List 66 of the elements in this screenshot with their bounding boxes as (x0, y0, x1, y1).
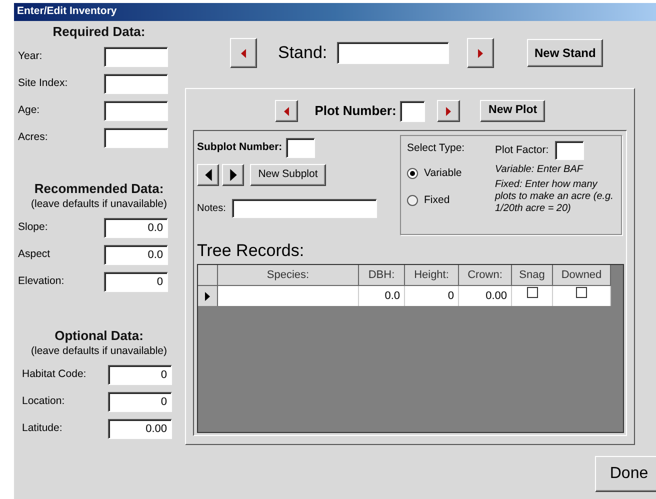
previous-plot-button[interactable] (274, 100, 298, 122)
left-triangle-icon (284, 106, 289, 116)
new-stand-button[interactable]: New Stand (527, 39, 604, 67)
section-note: (leave defaults if unavailable) (30, 197, 168, 211)
input-field[interactable] (232, 199, 377, 218)
field-label: Site Index: (18, 76, 69, 92)
table-cell[interactable]: 0.00 (459, 286, 512, 306)
input-field[interactable] (104, 101, 168, 121)
radio-button[interactable] (407, 168, 418, 180)
previous-subplot-button[interactable] (197, 164, 219, 186)
select-type-label: Select Type: (407, 141, 466, 156)
right-triangle-icon (478, 48, 484, 58)
input-field[interactable] (554, 141, 584, 160)
row-pointer-icon (205, 292, 210, 300)
checkbox[interactable] (526, 287, 538, 298)
tree-records-title: Tree Records: (197, 241, 306, 261)
input-field[interactable] (104, 74, 168, 94)
input-field[interactable]: 0.00 (108, 419, 172, 439)
field-label: Habitat Code: (21, 367, 88, 382)
field-label: Elevation: (18, 274, 66, 290)
next-stand-button[interactable] (467, 38, 494, 68)
next-plot-button[interactable] (437, 100, 460, 122)
input-field[interactable]: 0 (108, 392, 172, 412)
input-field[interactable]: 0 (108, 365, 172, 385)
subplot-number-label: Subplot Number: (197, 140, 282, 156)
input-field[interactable] (104, 128, 168, 148)
field-label: Location: (21, 394, 66, 410)
variable-hint: Variable: Enter BAF (495, 164, 584, 176)
section-heading: Required Data: (52, 24, 146, 40)
plot-number-label: Plot Number: (314, 102, 396, 120)
section-heading: Recommended Data: (33, 181, 165, 197)
stand-label: Stand: (278, 42, 328, 64)
section-heading: Optional Data: (54, 328, 144, 344)
radio-label: Variable (424, 166, 462, 181)
field-label: Latitude: (21, 421, 64, 436)
field-label: Year: (18, 49, 44, 64)
checkbox[interactable] (576, 287, 587, 298)
input-field[interactable] (286, 138, 316, 158)
input-field[interactable] (337, 42, 450, 64)
new-plot-button[interactable]: New Plot (480, 100, 546, 122)
section-note: (leave defaults if unavailable) (30, 344, 168, 358)
next-subplot-button[interactable] (222, 164, 244, 186)
previous-stand-button[interactable] (230, 38, 257, 68)
left-triangle-icon (204, 169, 212, 181)
new-subplot-button[interactable]: New Subplot (250, 164, 326, 186)
input-field[interactable] (400, 100, 426, 122)
notes-label: Notes: (197, 202, 226, 216)
input-field[interactable]: 0.0 (104, 245, 168, 265)
radio-button[interactable] (407, 194, 418, 206)
field-label: Aspect (18, 247, 52, 262)
field-label: Slope: (18, 220, 49, 236)
done-button[interactable]: Done (595, 456, 656, 492)
input-field[interactable] (104, 47, 168, 67)
plot-factor-label: Plot Factor: (495, 142, 549, 158)
window-title: Enter/Edit Inventory (17, 4, 117, 20)
table-cell[interactable]: 0.0 (359, 286, 405, 306)
radio-label: Fixed (424, 192, 450, 208)
table-cell[interactable]: 0 (405, 286, 459, 306)
fixed-hint: Fixed: Enter how many plots to make an acre (e.g. 1/20th acre = 20) (495, 179, 614, 215)
input-field[interactable]: 0.0 (104, 218, 168, 238)
right-triangle-icon (446, 106, 452, 116)
input-field[interactable]: 0 (104, 272, 168, 292)
field-label: Acres: (18, 130, 49, 146)
field-label: Age: (18, 103, 41, 118)
right-triangle-icon (230, 169, 236, 181)
left-triangle-icon (241, 48, 246, 58)
